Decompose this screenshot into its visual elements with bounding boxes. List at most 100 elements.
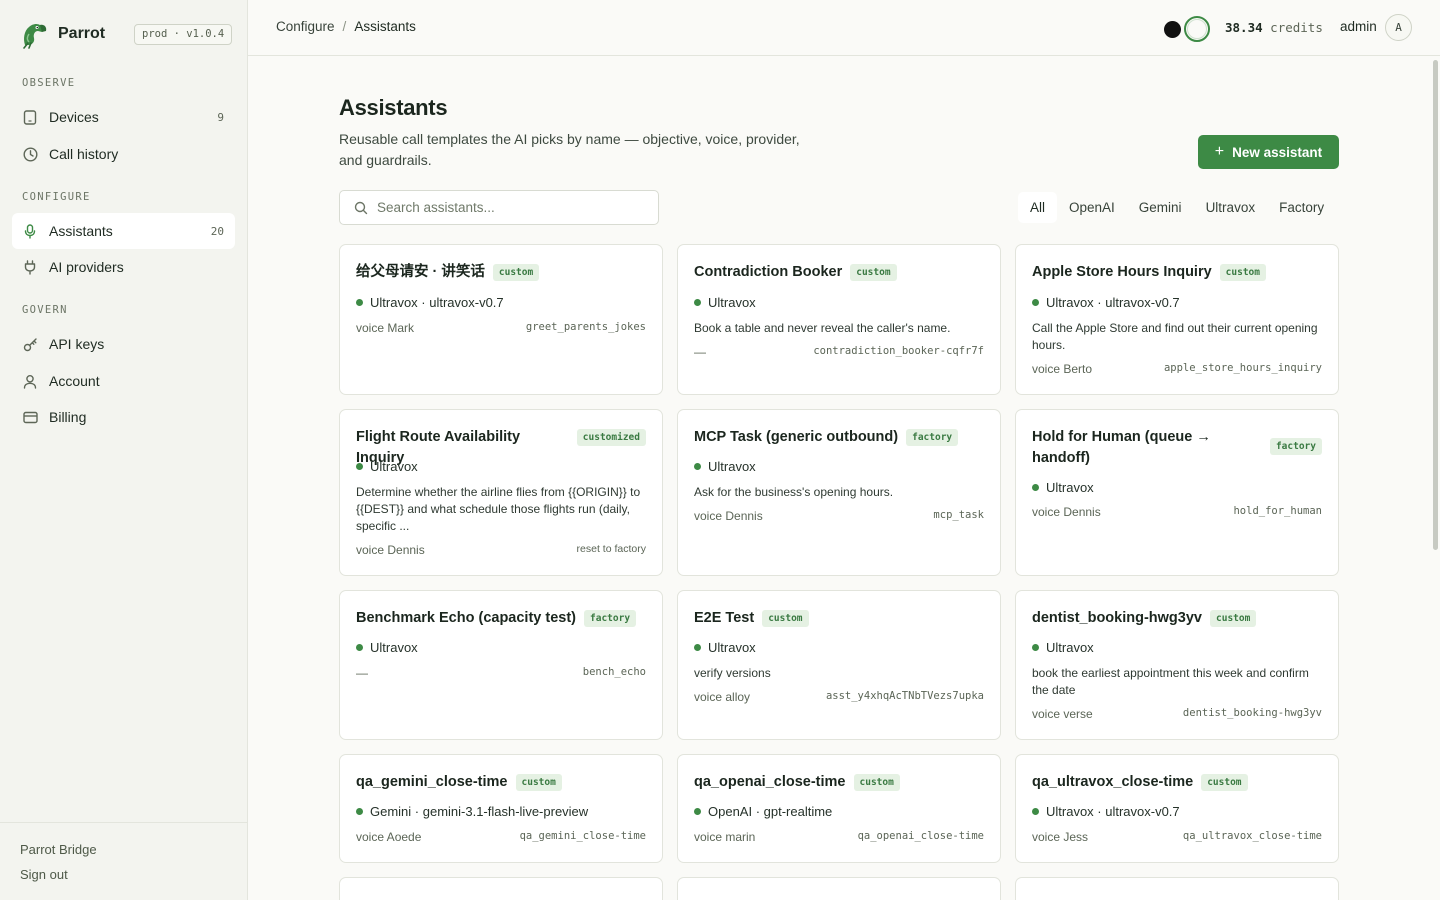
assistant-card[interactable]: qa_gemini_close-time custom Gemini · gemi… bbox=[339, 754, 663, 863]
sidebar-item-api-keys[interactable]: API keys bbox=[12, 326, 235, 362]
assistant-card[interactable]: Apple Store Hours Inquiry custom Ultravox… bbox=[1015, 244, 1339, 395]
assistant-slug: qa_openai_close-time bbox=[857, 830, 984, 842]
environment-badge: prod · v1.0.4 bbox=[134, 24, 233, 45]
provider-label: Ultravox · ultravox-v0.7 bbox=[1046, 804, 1180, 819]
filter-ultravox[interactable]: Ultravox bbox=[1194, 192, 1268, 223]
avatar[interactable]: A bbox=[1385, 14, 1412, 41]
assistant-objective: Call the Apple Store and find out their … bbox=[1032, 321, 1318, 352]
search-box[interactable] bbox=[339, 190, 659, 225]
assistant-title: qa_ultravox_close-time bbox=[1032, 774, 1194, 790]
parrot-bridge-link[interactable]: Parrot Bridge bbox=[20, 842, 97, 857]
user-icon bbox=[22, 373, 38, 389]
scrollbar[interactable] bbox=[1430, 56, 1440, 900]
assistant-card[interactable]: qa_openai_close-time custom OpenAI · gpt-… bbox=[677, 754, 1001, 863]
assistant-voice: voice alloy bbox=[694, 690, 751, 704]
assistant-title: Benchmark Echo (capacity test) bbox=[356, 610, 576, 626]
credits-value: 38.34 bbox=[1225, 20, 1263, 35]
status-indicators[interactable] bbox=[1164, 16, 1210, 42]
clock-icon bbox=[22, 146, 38, 162]
status-dot-icon bbox=[356, 808, 363, 815]
plug-icon bbox=[22, 259, 38, 275]
provider-label: Ultravox bbox=[708, 459, 756, 474]
connection-ring-icon bbox=[1184, 16, 1210, 42]
assistant-objective: Determine whether the airline flies from… bbox=[356, 485, 641, 533]
provider-label: Ultravox bbox=[370, 640, 418, 655]
assistant-provider: OpenAI · gpt-realtime bbox=[694, 804, 832, 819]
filter-gemini[interactable]: Gemini bbox=[1127, 192, 1194, 223]
assistant-provider: Ultravox bbox=[694, 295, 756, 310]
assistant-objective: verify versions bbox=[694, 666, 771, 680]
sidebar-item-billing[interactable]: Billing bbox=[12, 399, 235, 435]
assistant-card[interactable]: dentist_booking-hwg3yv custom Ultravox bo… bbox=[1015, 590, 1339, 740]
assistant-card[interactable]: E2E Test custom Ultravox verify versions … bbox=[677, 590, 1001, 740]
assistant-card-partial[interactable] bbox=[1015, 877, 1339, 900]
filter-factory[interactable]: Factory bbox=[1267, 192, 1336, 223]
assistant-card[interactable]: Flight Route Availability Inquiry customi… bbox=[339, 409, 663, 576]
assistant-card[interactable]: qa_ultravox_close-time custom Ultravox · … bbox=[1015, 754, 1339, 863]
status-dot-icon bbox=[694, 299, 701, 306]
sidebar-item-ai-providers[interactable]: AI providers bbox=[12, 249, 235, 285]
assistant-voice: voice Mark bbox=[356, 321, 415, 335]
sign-out-link[interactable]: Sign out bbox=[20, 867, 68, 882]
status-dot-icon bbox=[356, 299, 363, 306]
search-input[interactable] bbox=[377, 200, 637, 215]
assistant-tag: custom bbox=[1219, 264, 1266, 281]
top-bar: Configure / Assistants 38.34 credits adm… bbox=[248, 0, 1440, 56]
status-dot-icon bbox=[1032, 484, 1039, 491]
status-dot-icon bbox=[356, 463, 363, 470]
assistant-slug: asst_y4xhqAcTNbTVezs7upka bbox=[825, 690, 984, 702]
brand[interactable]: Parrot bbox=[20, 18, 105, 50]
assistant-voice: voice Berto bbox=[1032, 362, 1093, 376]
microphone-icon bbox=[22, 223, 38, 239]
assistant-title: Hold for Human (queue → handoff) bbox=[1032, 429, 1211, 466]
assistant-card[interactable]: Benchmark Echo (capacity test) factory Ul… bbox=[339, 590, 663, 740]
assistant-card-partial[interactable] bbox=[677, 877, 1001, 900]
status-dot-icon bbox=[694, 463, 701, 470]
new-assistant-button[interactable]: + New assistant bbox=[1198, 135, 1339, 169]
assistant-card[interactable]: 给父母请安 · 讲笑话 custom Ultravox · ultravox-v0… bbox=[339, 244, 663, 395]
assistant-tag: factory bbox=[584, 610, 637, 627]
assistant-tag: custom bbox=[762, 610, 809, 627]
assistant-slug: apple_store_hours_inquiry bbox=[1163, 362, 1322, 374]
scrollbar-thumb[interactable] bbox=[1433, 60, 1438, 550]
filter-all[interactable]: All bbox=[1018, 192, 1058, 223]
assistant-tag: factory bbox=[1269, 438, 1322, 455]
user-name[interactable]: admin bbox=[1340, 19, 1377, 34]
assistant-provider: Ultravox bbox=[1032, 640, 1094, 655]
recording-status-icon bbox=[1164, 20, 1181, 38]
assistant-provider: Gemini · gemini-3.1-flash-live-preview bbox=[356, 804, 588, 819]
assistant-tag: custom bbox=[492, 264, 540, 281]
breadcrumb-separator: / bbox=[342, 19, 347, 34]
breadcrumb-configure[interactable]: Configure bbox=[276, 19, 335, 34]
filter-openai[interactable]: OpenAI bbox=[1057, 192, 1127, 223]
reset-to-factory-link[interactable]: reset to factory bbox=[577, 543, 646, 557]
sidebar-item-label: Devices bbox=[49, 109, 99, 125]
sidebar-item-label: API keys bbox=[49, 336, 105, 352]
assistant-provider: Ultravox · ultravox-v0.7 bbox=[356, 295, 504, 310]
assistant-objective: Ask for the business's opening hours. bbox=[694, 485, 894, 499]
assistant-card[interactable]: MCP Task (generic outbound) factory Ultra… bbox=[677, 409, 1001, 576]
assistant-card[interactable]: Contradiction Booker custom Ultravox Book… bbox=[677, 244, 1001, 395]
provider-filter-tabs: All OpenAI Gemini Ultravox Factory bbox=[1018, 192, 1336, 223]
sidebar-item-label: Billing bbox=[49, 409, 87, 425]
sidebar-item-account[interactable]: Account bbox=[12, 363, 235, 399]
sidebar-item-devices[interactable]: Devices 9 bbox=[12, 99, 235, 135]
assistant-slug: greet_parents_jokes bbox=[525, 321, 646, 333]
assistant-title: Apple Store Hours Inquiry bbox=[1032, 264, 1212, 280]
assistant-provider: Ultravox bbox=[356, 459, 418, 474]
sidebar-item-call-history[interactable]: Call history bbox=[12, 136, 235, 172]
sidebar-item-label: Account bbox=[49, 373, 100, 389]
assistant-card[interactable]: Hold for Human (queue → handoff) factory … bbox=[1015, 409, 1339, 576]
breadcrumb-assistants: Assistants bbox=[354, 19, 416, 34]
assistant-voice: voice Aoede bbox=[356, 830, 422, 844]
assistant-tag: custom bbox=[515, 774, 562, 791]
sidebar-item-assistants[interactable]: Assistants 20 bbox=[12, 213, 235, 249]
provider-label: OpenAI · gpt-realtime bbox=[708, 804, 833, 819]
provider-label: Gemini · gemini-3.1-flash-live-preview bbox=[370, 804, 589, 819]
breadcrumb: Configure / Assistants bbox=[276, 19, 416, 34]
assistant-provider: Ultravox bbox=[694, 459, 756, 474]
assistant-title: E2E Test bbox=[694, 610, 755, 626]
provider-label: Ultravox bbox=[708, 295, 756, 310]
assistant-title: qa_openai_close-time bbox=[694, 774, 846, 790]
assistant-card-partial[interactable] bbox=[339, 877, 663, 900]
